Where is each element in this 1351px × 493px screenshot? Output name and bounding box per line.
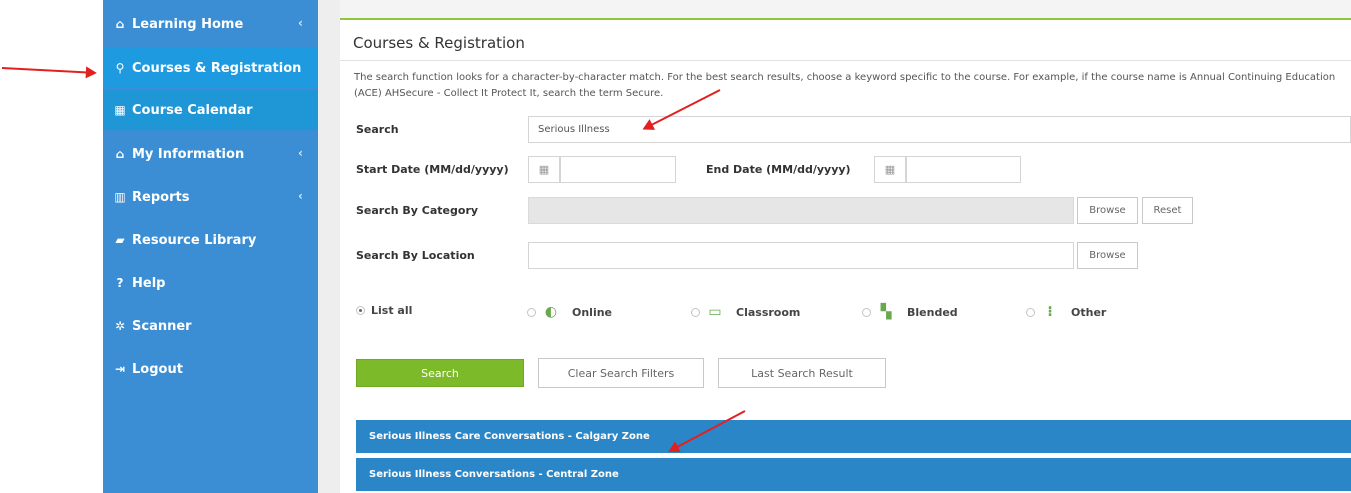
chevron-left-icon: ‹ (298, 16, 303, 30)
sidebar-item-label: Help (132, 275, 166, 291)
last-search-result-button[interactable]: Last Search Result (718, 358, 886, 388)
content-gutter (318, 0, 340, 493)
radio-classroom[interactable]: ▭ Classroom (691, 304, 800, 320)
radio-label: Blended (907, 305, 958, 319)
radio-label: Online (572, 305, 613, 319)
calendar-icon[interactable]: ▦ (528, 156, 560, 183)
sidebar-item-label: Reports (132, 189, 190, 205)
title-divider (340, 60, 1351, 61)
radio-label: List all (371, 304, 413, 317)
start-date-label: Start Date (MM/dd/yyyy) (356, 163, 509, 176)
top-bar (340, 0, 1351, 18)
sidebar-item-reports[interactable]: ▥ Reports ‹ (103, 177, 318, 217)
location-browse-button[interactable]: Browse (1077, 242, 1138, 269)
chevron-left-icon: ‹ (298, 146, 303, 160)
sidebar-item-scanner[interactable]: ✲ Scanner (103, 306, 318, 346)
radio-button (691, 307, 700, 317)
chevron-left-icon: ‹ (298, 189, 303, 203)
sidebar-item-label: Course Calendar (132, 102, 253, 118)
sidebar-item-courses-registration[interactable]: ⚲ Courses & Registration (103, 48, 318, 88)
radio-button (527, 307, 536, 317)
accent-divider (340, 18, 1351, 20)
search-help-text: The search function looks for a characte… (354, 72, 1336, 99)
radio-other[interactable]: ⁝ Other (1026, 304, 1106, 320)
location-input[interactable] (528, 242, 1074, 269)
radio-online[interactable]: ◐ Online (527, 304, 612, 320)
bar-chart-icon: ▥ (114, 190, 126, 204)
sidebar-item-my-information[interactable]: ⌂ My Information ‹ (103, 134, 318, 174)
category-browse-button[interactable]: Browse (1077, 197, 1138, 224)
question-circle-icon: ? (116, 276, 124, 290)
sidebar-item-logout[interactable]: ⇥ Logout (103, 349, 318, 389)
sidebar-item-help[interactable]: ? Help (103, 263, 318, 303)
calendar-icon: ▦ (114, 103, 126, 117)
other-icon: ⁝ (1047, 304, 1053, 320)
classroom-icon: ▭ (708, 304, 722, 320)
radio-button (356, 306, 365, 315)
spinner-icon: ✲ (114, 319, 126, 333)
logout-icon: ⇥ (114, 362, 126, 376)
radio-button (862, 307, 871, 317)
radio-label: Classroom (736, 305, 801, 319)
category-input (528, 197, 1074, 224)
radio-label: Other (1071, 305, 1107, 319)
calendar-icon[interactable]: ▦ (874, 156, 906, 183)
app-root: ⌂ Learning Home ‹ ⚲ Courses & Registrati… (0, 0, 1351, 493)
radio-button (1026, 307, 1035, 317)
end-date-input[interactable] (906, 156, 1021, 183)
book-icon: ▰ (115, 233, 125, 247)
sidebar: ⌂ Learning Home ‹ ⚲ Courses & Registrati… (103, 0, 318, 493)
search-icon: ⚲ (115, 61, 125, 75)
sidebar-item-resource-library[interactable]: ▰ Resource Library (103, 220, 318, 260)
radio-list-all[interactable]: List all (356, 304, 412, 317)
sidebar-item-label: Logout (132, 361, 183, 377)
home-icon: ⌂ (115, 17, 125, 31)
start-date-input[interactable] (560, 156, 676, 183)
blended-icon: ▚ (880, 304, 892, 320)
end-date-label: End Date (MM/dd/yyyy) (706, 163, 851, 176)
category-reset-button[interactable]: Reset (1142, 197, 1193, 224)
sidebar-item-label: Scanner (132, 318, 192, 334)
category-label: Search By Category (356, 204, 479, 217)
radio-blended[interactable]: ▚ Blended (862, 304, 958, 320)
annotation-arrow (1, 67, 95, 74)
page-title: Courses & Registration (353, 34, 525, 52)
clear-filters-button[interactable]: Clear Search Filters (538, 358, 704, 388)
search-input-value: Serious Illness (538, 124, 610, 135)
sidebar-item-label: Learning Home (132, 16, 244, 32)
sidebar-item-label: Courses & Registration (132, 60, 302, 76)
sidebar-item-label: My Information (132, 146, 245, 162)
search-button[interactable]: Search (356, 359, 524, 387)
online-course-icon: ◐ (544, 304, 558, 320)
sidebar-item-learning-home[interactable]: ⌂ Learning Home ‹ (103, 4, 318, 44)
sidebar-item-label: Resource Library (132, 232, 257, 248)
search-label: Search (356, 123, 399, 136)
location-label: Search By Location (356, 249, 475, 262)
result-row[interactable]: Serious Illness Conversations - Central … (356, 458, 1351, 491)
graduation-cap-icon: ⌂ (115, 147, 125, 161)
sidebar-item-course-calendar[interactable]: ▦ Course Calendar (103, 90, 318, 130)
result-row[interactable]: Serious Illness Care Conversations - Cal… (356, 420, 1351, 453)
